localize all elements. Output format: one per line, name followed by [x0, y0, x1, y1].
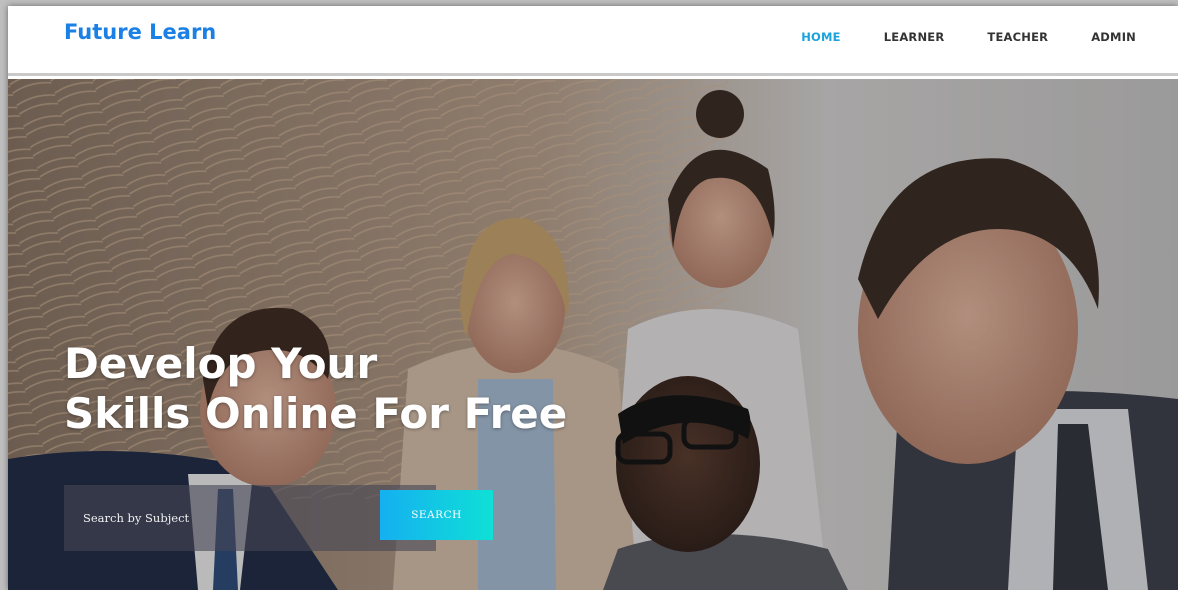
- nav-admin-link[interactable]: ADMIN: [1091, 30, 1136, 44]
- nav-teacher-link[interactable]: TEACHER: [987, 30, 1048, 44]
- hero-banner: Develop Your Skills Online For Free SEAR…: [8, 79, 1178, 590]
- browser-viewport: Future Learn HOME LEARNER TEACHER ADMIN: [8, 6, 1178, 590]
- search-button[interactable]: SEARCH: [380, 490, 493, 540]
- main-nav: HOME LEARNER TEACHER ADMIN: [758, 30, 1136, 44]
- nav-learner-link[interactable]: LEARNER: [884, 30, 945, 44]
- hero-headline-line1: Develop Your: [64, 339, 378, 388]
- top-navbar: Future Learn HOME LEARNER TEACHER ADMIN: [8, 6, 1178, 76]
- hero-headline-line2: Skills Online For Free: [64, 389, 568, 438]
- hero-headline: Develop Your Skills Online For Free: [64, 339, 567, 439]
- brand-logo-link[interactable]: Future Learn: [64, 20, 216, 44]
- nav-home-link[interactable]: HOME: [801, 30, 841, 44]
